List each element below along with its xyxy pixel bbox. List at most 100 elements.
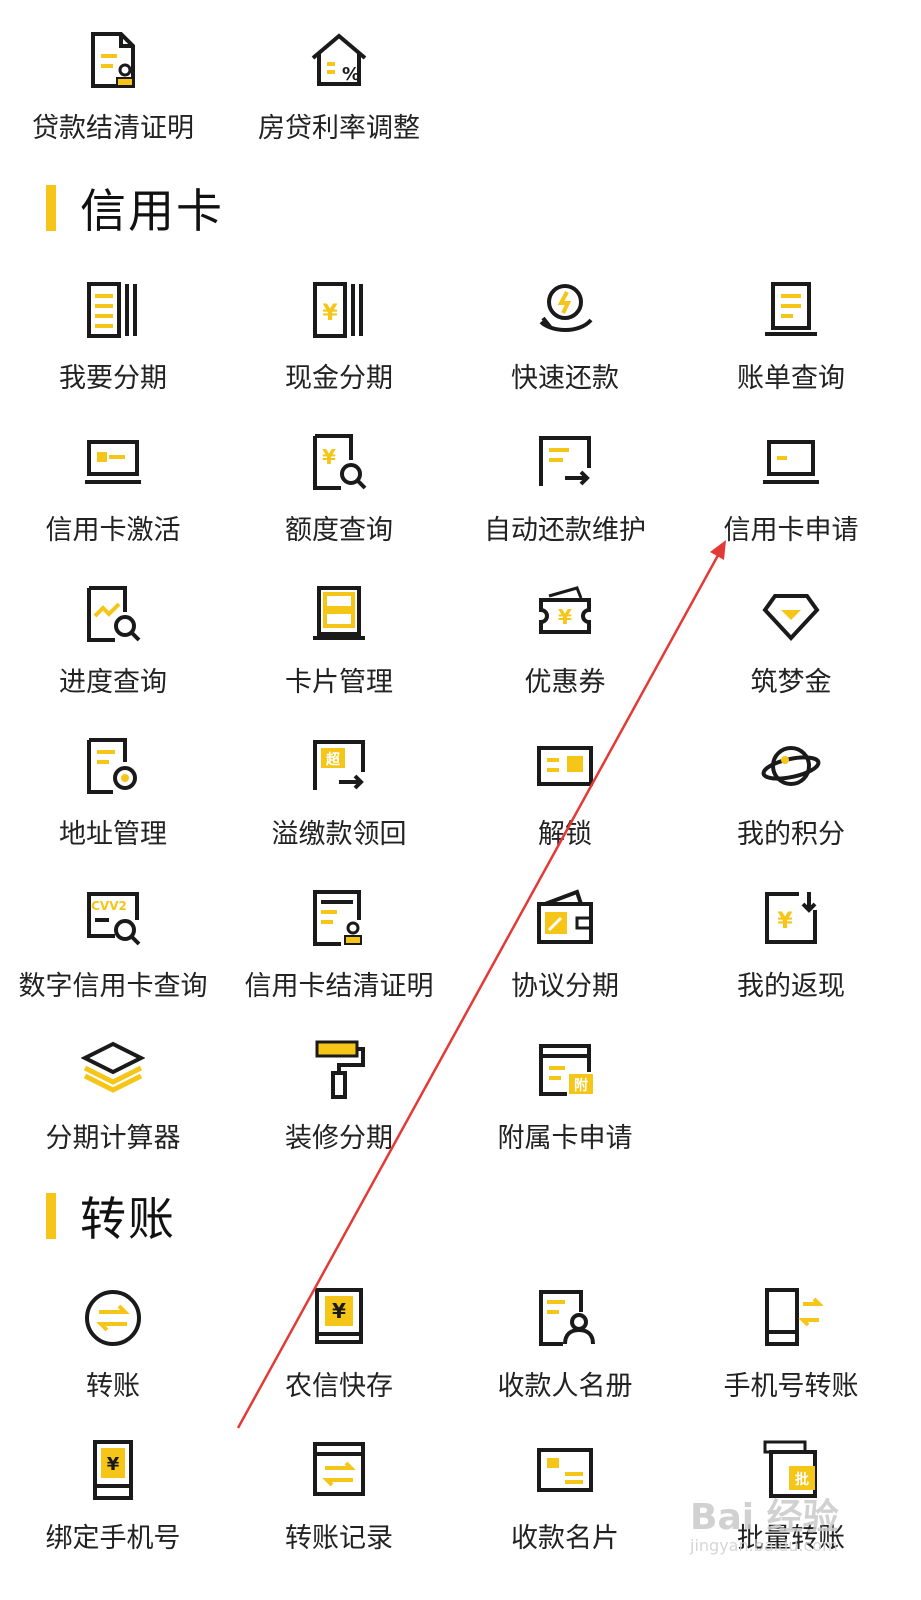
menu-item-label: 贷款结清证明: [32, 113, 194, 144]
menu-item-digital-card-query[interactable]: CVV2 数字信用卡查询: [0, 886, 226, 1026]
svg-text:超: 超: [325, 751, 341, 768]
menu-item-mortgage-rate-adjust[interactable]: % 房贷利率调整: [226, 28, 452, 168]
agreement-wallet-icon: [533, 886, 597, 950]
installment-document-icon: [81, 278, 145, 342]
menu-item-coupon[interactable]: ¥ 优惠券: [452, 582, 678, 722]
menu-item-card-manage[interactable]: 卡片管理: [226, 582, 452, 722]
menu-item-label: 账单查询: [737, 363, 845, 394]
section-accent-bar: [46, 185, 56, 231]
card-settle-stamp-icon: [307, 886, 371, 950]
menu-item-card-settlement-proof[interactable]: 信用卡结清证明: [226, 886, 452, 1026]
menu-item-label: 数字信用卡查询: [18, 971, 208, 1002]
svg-text:%: %: [342, 64, 360, 85]
watermark: Bai 经验 jingyan.baidu.com: [690, 1488, 890, 1558]
menu-item-label: 信用卡激活: [45, 515, 181, 546]
menu-item-label: 额度查询: [285, 515, 393, 546]
cvv2-search-icon: CVV2: [81, 886, 145, 950]
menu-item-my-points[interactable]: 我的积分: [678, 734, 904, 874]
menu-item-label: 农信快存: [285, 1371, 393, 1402]
menu-item-overpay-return[interactable]: 超 溢缴款领回: [226, 734, 452, 874]
menu-item-label: 进度查询: [59, 667, 167, 698]
card-apply-icon: [759, 430, 823, 494]
menu-item-address-manage[interactable]: 地址管理: [0, 734, 226, 874]
menu-item-label: 协议分期: [511, 971, 619, 1002]
svg-text:CVV2: CVV2: [91, 899, 127, 913]
watermark-text: Bai 经验: [690, 1497, 839, 1538]
menu-item-payee-card[interactable]: 收款名片: [452, 1438, 678, 1578]
menu-item-loan-settlement-proof[interactable]: 贷款结清证明: [0, 28, 226, 168]
menu-item-quick-deposit[interactable]: ¥ 农信快存: [226, 1286, 452, 1426]
watermark-sub: jingyan.baidu.com: [690, 1536, 838, 1555]
menu-item-cash-installment[interactable]: ¥ 现金分期: [226, 278, 452, 418]
section-title: 信用卡: [80, 184, 224, 238]
svg-text:¥: ¥: [332, 1299, 346, 1323]
menu-item-my-installment[interactable]: 我要分期: [0, 278, 226, 418]
phone-transfer-icon: [759, 1286, 823, 1350]
svg-text:批: 批: [795, 1471, 809, 1488]
transfer-arrows-icon: [81, 1286, 145, 1350]
limit-search-icon: ¥: [307, 430, 371, 494]
menu-item-card-activate[interactable]: 信用卡激活: [0, 430, 226, 570]
section-header-transfer: 转账: [46, 1186, 176, 1246]
menu-item-agreement-installment[interactable]: 协议分期: [452, 886, 678, 1026]
card-activate-icon: [81, 430, 145, 494]
menu-item-label: 溢缴款领回: [271, 819, 407, 850]
card-manage-icon: [307, 582, 371, 646]
svg-text:¥: ¥: [107, 1454, 120, 1475]
menu-item-label: 分期计算器: [45, 1123, 181, 1154]
menu-item-label: 转账记录: [285, 1523, 393, 1554]
auto-repay-icon: [533, 430, 597, 494]
menu-item-label: 快速还款: [511, 363, 619, 394]
menu-item-label: 附属卡申请: [497, 1123, 633, 1154]
menu-item-supplementary-card-apply[interactable]: 附 附属卡申请: [452, 1038, 678, 1178]
payee-list-icon: [533, 1286, 597, 1350]
address-settings-icon: [81, 734, 145, 798]
menu-item-bill-query[interactable]: 账单查询: [678, 278, 904, 418]
cash-installment-icon: ¥: [307, 278, 371, 342]
menu-item-phone-transfer[interactable]: 手机号转账: [678, 1286, 904, 1426]
section-header-credit-card: 信用卡: [46, 178, 224, 238]
svg-text:¥: ¥: [322, 301, 338, 326]
menu-item-payee-list[interactable]: 收款人名册: [452, 1286, 678, 1426]
fast-repay-icon: [533, 278, 597, 342]
menu-item-limit-query[interactable]: ¥ 额度查询: [226, 430, 452, 570]
menu-item-label: 手机号转账: [723, 1371, 859, 1402]
menu-item-transfer-record[interactable]: 转账记录: [226, 1438, 452, 1578]
menu-item-renovation-installment[interactable]: 装修分期: [226, 1038, 452, 1178]
menu-item-dream-gold[interactable]: 筑梦金: [678, 582, 904, 722]
menu-item-label: 自动还款维护: [484, 515, 646, 546]
payee-card-icon: [533, 1438, 597, 1502]
menu-item-label: 我的积分: [737, 819, 845, 850]
bill-document-icon: [759, 278, 823, 342]
menu-item-label: 绑定手机号: [45, 1523, 181, 1554]
menu-item-bind-phone[interactable]: ¥ 绑定手机号: [0, 1438, 226, 1578]
house-percent-icon: %: [307, 28, 371, 92]
menu-item-auto-repay-maintain[interactable]: 自动还款维护: [452, 430, 678, 570]
menu-item-label: 我的返现: [737, 971, 845, 1002]
paint-roller-icon: [307, 1038, 371, 1102]
overpay-return-icon: 超: [307, 734, 371, 798]
menu-item-progress-query[interactable]: 进度查询: [0, 582, 226, 722]
section-accent-bar: [46, 1193, 56, 1239]
menu-item-card-apply[interactable]: 信用卡申请: [678, 430, 904, 570]
unlock-card-icon: [533, 734, 597, 798]
menu-item-my-cashback[interactable]: ¥ 我的返现: [678, 886, 904, 1026]
layers-icon: [81, 1038, 145, 1102]
menu-item-installment-calculator[interactable]: 分期计算器: [0, 1038, 226, 1178]
menu-item-label: 我要分期: [59, 363, 167, 394]
transfer-record-icon: [307, 1438, 371, 1502]
supplementary-card-icon: 附: [533, 1038, 597, 1102]
menu-item-label: 筑梦金: [750, 667, 832, 698]
coupon-icon: ¥: [533, 582, 597, 646]
quick-deposit-icon: ¥: [307, 1286, 371, 1350]
svg-text:¥: ¥: [777, 909, 793, 934]
menu-item-unlock[interactable]: 解锁: [452, 734, 678, 874]
menu-item-label: 信用卡结清证明: [244, 971, 434, 1002]
menu-item-fast-repay[interactable]: 快速还款: [452, 278, 678, 418]
menu-item-transfer[interactable]: 转账: [0, 1286, 226, 1426]
menu-item-label: 装修分期: [285, 1123, 393, 1154]
cashback-icon: ¥: [759, 886, 823, 950]
progress-search-icon: [81, 582, 145, 646]
menu-item-label: 收款人名册: [497, 1371, 633, 1402]
document-stamp-icon: [81, 28, 145, 92]
